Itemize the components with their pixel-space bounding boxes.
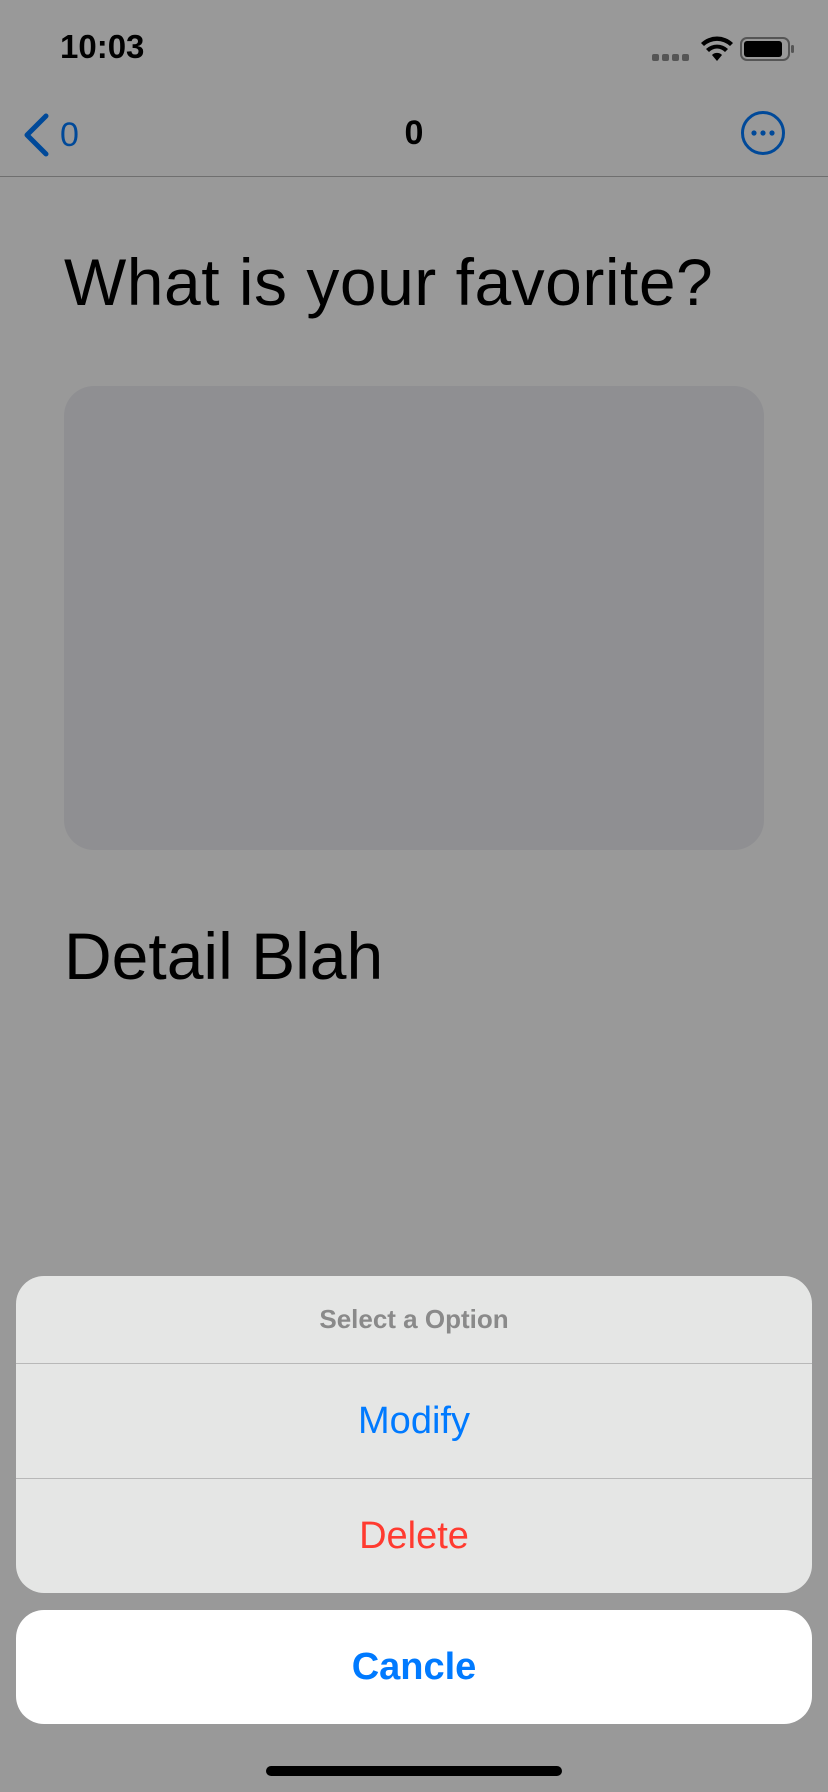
cancel-button[interactable]: Cancle	[16, 1610, 812, 1724]
delete-button[interactable]: Delete	[16, 1479, 812, 1593]
action-sheet: Select a Option Modify Delete	[16, 1276, 812, 1593]
app-screen: 10:03 0 0 What is your favorite? Detail …	[0, 0, 828, 1792]
action-sheet-title: Select a Option	[16, 1276, 812, 1364]
modify-button[interactable]: Modify	[16, 1364, 812, 1479]
home-indicator[interactable]	[266, 1766, 562, 1776]
